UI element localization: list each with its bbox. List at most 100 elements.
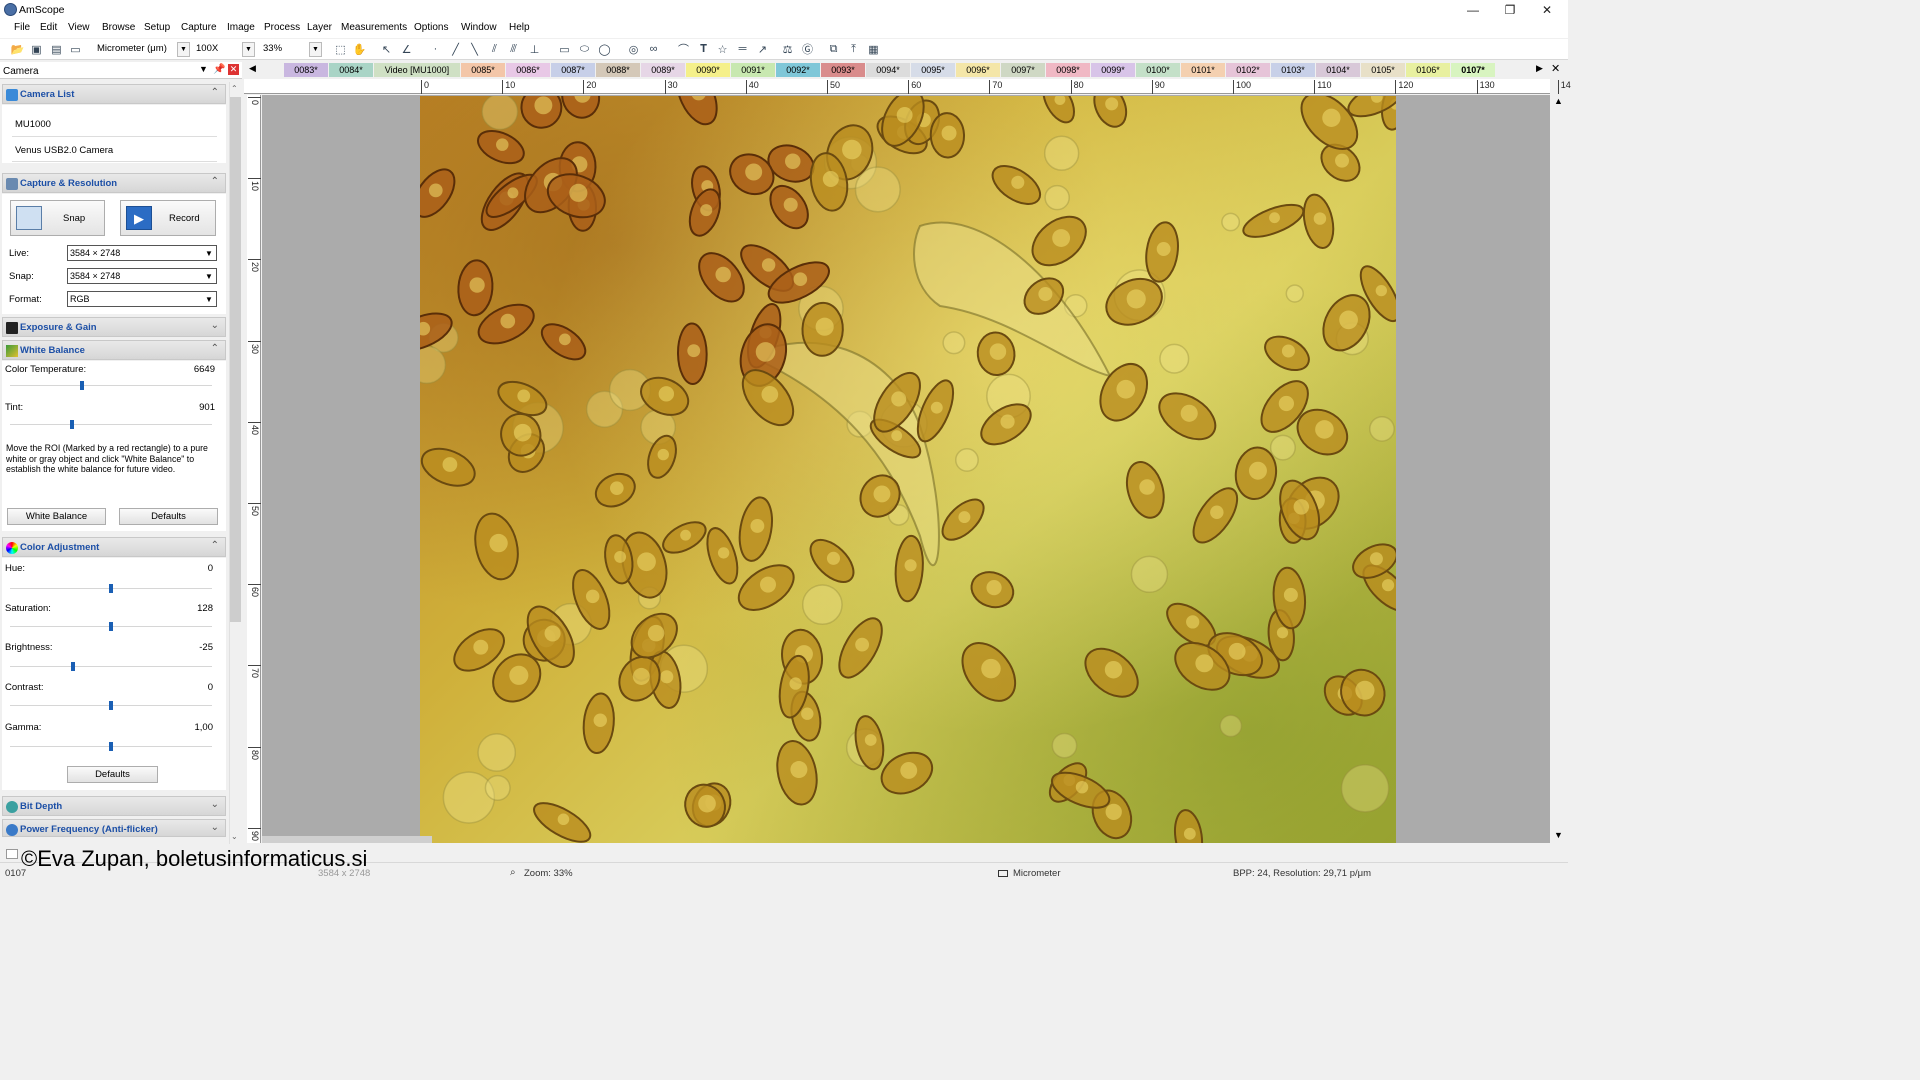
sidebar-scrollbar-thumb[interactable] xyxy=(230,97,241,622)
tab-0094[interactable]: 0094* xyxy=(866,63,910,77)
chevron-down-icon[interactable]: ▼ xyxy=(203,269,215,283)
record-button[interactable]: ▶ Record xyxy=(120,200,216,236)
tab-0097[interactable]: 0097* xyxy=(1001,63,1045,77)
section-white-balance[interactable]: White Balance ⌃ xyxy=(2,340,226,360)
brightness-track[interactable] xyxy=(10,666,212,668)
tab-0091[interactable]: 0091* xyxy=(731,63,775,77)
close-icon[interactable]: ✕ xyxy=(1529,0,1565,19)
arbitrary-line-icon[interactable]: ╲ xyxy=(467,42,482,56)
section-camera-list[interactable]: Camera List ⌃ xyxy=(2,84,226,104)
collapse-chevron-icon[interactable]: ⌃ xyxy=(211,176,219,187)
gamma-slider[interactable] xyxy=(109,742,113,751)
tab-0084[interactable]: 0084* xyxy=(329,63,373,77)
menu-measurements[interactable]: Measurements xyxy=(341,22,407,33)
tab-0085[interactable]: 0085* xyxy=(461,63,505,77)
menu-browse[interactable]: Browse xyxy=(102,22,135,33)
scale-bar-icon[interactable]: ═ xyxy=(735,42,750,56)
export-icon[interactable]: ⤒ xyxy=(846,42,861,56)
chevron-down-icon[interactable]: ▼ xyxy=(203,292,215,306)
restore-icon[interactable]: ❐ xyxy=(1492,0,1528,19)
tab-0090[interactable]: 0090* xyxy=(686,63,730,77)
zoom-select[interactable]: 33% xyxy=(260,42,308,57)
pointer-icon[interactable]: ↖ xyxy=(379,42,394,56)
color-defaults-button[interactable]: Defaults xyxy=(67,766,158,783)
menu-image[interactable]: Image xyxy=(227,22,255,33)
color-temperature-slider[interactable] xyxy=(80,381,84,390)
tab-0102[interactable]: 0102* xyxy=(1226,63,1270,77)
tab-0095[interactable]: 0095* xyxy=(911,63,955,77)
tab-0104[interactable]: 0104* xyxy=(1316,63,1360,77)
snap-button[interactable]: Snap xyxy=(10,200,105,236)
menu-file[interactable]: File xyxy=(14,22,30,33)
tab-0083[interactable]: 0083* xyxy=(284,63,328,77)
perpendicular-icon[interactable]: ⊥ xyxy=(527,42,542,56)
scroll-down-icon[interactable]: ⌄ xyxy=(231,832,238,841)
sidebar-close-icon[interactable]: ✕ xyxy=(228,64,239,75)
expand-chevron-icon[interactable]: ⌄ xyxy=(211,320,219,331)
tint-slider[interactable] xyxy=(70,420,74,429)
scroll-down-icon[interactable]: ▼ xyxy=(1554,830,1563,840)
ellipse-icon[interactable]: ⬭ xyxy=(577,42,592,56)
menu-view[interactable]: View xyxy=(68,22,90,33)
tab-0088[interactable]: 0088* xyxy=(596,63,640,77)
collapse-chevron-icon[interactable]: ⌃ xyxy=(211,540,219,551)
star-icon[interactable]: ☆ xyxy=(715,42,730,56)
format-select[interactable]: RGB xyxy=(67,291,217,307)
save-icon[interactable]: ▣ xyxy=(29,42,44,56)
tab-0100[interactable]: 0100* xyxy=(1136,63,1180,77)
arrow-icon[interactable]: ↗ xyxy=(755,42,770,56)
close-document-icon[interactable]: ✕ xyxy=(1551,62,1560,75)
expand-chevron-icon[interactable]: ⌄ xyxy=(211,822,219,833)
menu-setup[interactable]: Setup xyxy=(144,22,170,33)
snap-resolution-select[interactable]: 3584 × 2748 xyxy=(67,268,217,284)
scroll-up-icon[interactable]: ▲ xyxy=(1554,96,1563,106)
camera-item-mu1000[interactable]: MU1000 xyxy=(15,119,51,130)
point-icon[interactable]: · xyxy=(428,42,443,56)
menu-capture[interactable]: Capture xyxy=(181,22,217,33)
brightness-slider[interactable] xyxy=(71,662,75,671)
open-folder-icon[interactable]: 📂 xyxy=(10,42,25,56)
tab-0086[interactable]: 0086* xyxy=(506,63,550,77)
arc-icon[interactable]: ⌒ xyxy=(676,42,691,56)
hue-slider[interactable] xyxy=(109,584,113,593)
layer-icon[interactable]: ⧉ xyxy=(826,42,841,56)
menu-help[interactable]: Help xyxy=(509,22,530,33)
tab-0103[interactable]: 0103* xyxy=(1271,63,1315,77)
tint-track[interactable] xyxy=(10,424,212,426)
calibrate-icon[interactable]: ⚖ xyxy=(780,42,795,56)
magnification-select[interactable]: 100X xyxy=(193,42,241,57)
menu-edit[interactable]: Edit xyxy=(40,22,57,33)
color-temperature-track[interactable] xyxy=(10,385,212,387)
angle-icon[interactable]: ∠ xyxy=(399,42,414,56)
contrast-slider[interactable] xyxy=(109,701,113,710)
unit-select[interactable]: Micrometer (μm) xyxy=(94,42,176,57)
annulus-icon[interactable]: ◎ xyxy=(626,42,641,56)
tab-0098[interactable]: 0098* xyxy=(1046,63,1090,77)
tab-0093[interactable]: 0093* xyxy=(821,63,865,77)
count-icon[interactable]: Ⓖ xyxy=(800,42,815,56)
zoom-dropdown-icon[interactable]: ▼ xyxy=(309,42,322,57)
save-as-icon[interactable]: ▤ xyxy=(49,42,64,56)
white-balance-button[interactable]: White Balance xyxy=(7,508,106,525)
menu-process[interactable]: Process xyxy=(264,22,300,33)
tab-0106[interactable]: 0106* xyxy=(1406,63,1450,77)
microscope-image[interactable] xyxy=(420,96,1396,843)
rectangle-icon[interactable]: ▭ xyxy=(557,42,572,56)
multi-parallel-icon[interactable]: ⫻ xyxy=(506,42,521,56)
tab-0105[interactable]: 0105* xyxy=(1361,63,1405,77)
two-circles-icon[interactable]: ∞ xyxy=(646,42,661,56)
live-resolution-select[interactable]: 3584 × 2748 xyxy=(67,245,217,261)
tab-0101[interactable]: 0101* xyxy=(1181,63,1225,77)
tab-scroll-right-icon[interactable]: ▶ xyxy=(1536,63,1543,74)
section-capture-resolution[interactable]: Capture & Resolution ⌃ xyxy=(2,173,226,193)
tab-video-mu1000[interactable]: Video [MU1000] xyxy=(374,63,460,77)
tab-0107[interactable]: 0107* xyxy=(1451,63,1495,77)
pin-icon[interactable]: 📌 xyxy=(213,64,225,75)
section-color-adjustment[interactable]: Color Adjustment ⌃ xyxy=(2,537,226,557)
sidebar-menu-icon[interactable]: ▼ xyxy=(199,64,208,74)
chevron-down-icon[interactable]: ▼ xyxy=(203,246,215,260)
collapse-chevron-icon[interactable]: ⌃ xyxy=(211,343,219,354)
parallel-icon[interactable]: ⫽ xyxy=(487,42,502,56)
tab-scroll-left-icon[interactable]: ◀ xyxy=(249,63,256,74)
collapse-chevron-icon[interactable]: ⌃ xyxy=(211,87,219,98)
